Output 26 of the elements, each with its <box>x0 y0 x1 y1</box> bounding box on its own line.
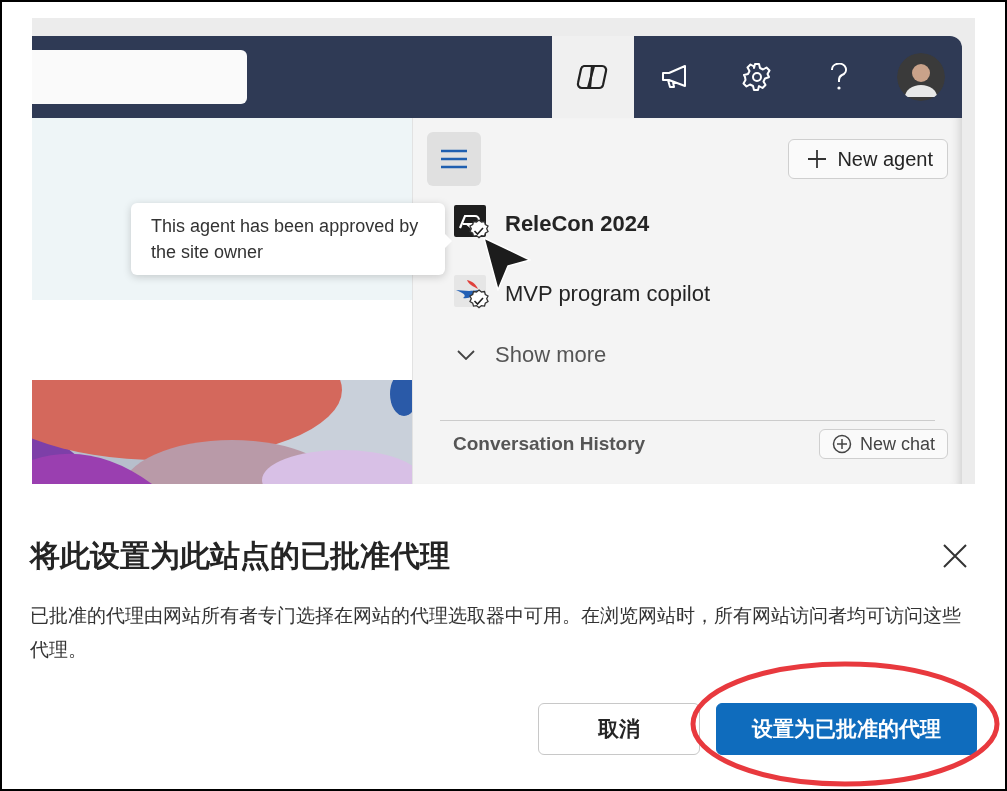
section-heading: Conversation History <box>453 433 646 455</box>
tooltip-pointer <box>443 232 453 250</box>
approved-badge-icon <box>469 289 489 309</box>
chevron-down-icon <box>457 350 475 360</box>
dialog-message: 已批准的代理由网站所有者专门选择在网站的代理选取器中可用。在浏览网站时，所有网站访问者均可访问这些代理。 <box>30 604 962 662</box>
new-chat-button[interactable]: New chat <box>818 429 948 459</box>
approved-badge-icon <box>469 219 489 239</box>
close-icon <box>942 542 968 569</box>
agent-item[interactable]: MVP program copilot <box>453 274 948 314</box>
agent-item[interactable]: ReleCon 2024 <box>453 204 948 244</box>
menu-icon <box>440 149 468 169</box>
add-circle-icon <box>831 434 852 454</box>
settings-icon <box>742 62 772 92</box>
menu-button[interactable] <box>427 132 481 186</box>
help-icon <box>830 63 848 91</box>
copilot-icon <box>576 62 610 92</box>
avatar[interactable] <box>897 53 945 101</box>
cancel-button[interactable]: 取消 <box>538 703 700 755</box>
tooltip: This agent has been approved by the site owner <box>131 203 445 275</box>
new-agent-button[interactable]: New agent <box>788 139 948 179</box>
dialog-title: 将此设置为此站点的已批准代理 <box>30 538 450 574</box>
confirm-button[interactable]: 设置为已批准的代理 <box>716 703 977 755</box>
plus-icon <box>807 149 828 169</box>
nav-tab[interactable] <box>552 36 634 118</box>
search-field[interactable] <box>32 50 247 104</box>
show-more-button[interactable]: Show more <box>457 342 948 368</box>
